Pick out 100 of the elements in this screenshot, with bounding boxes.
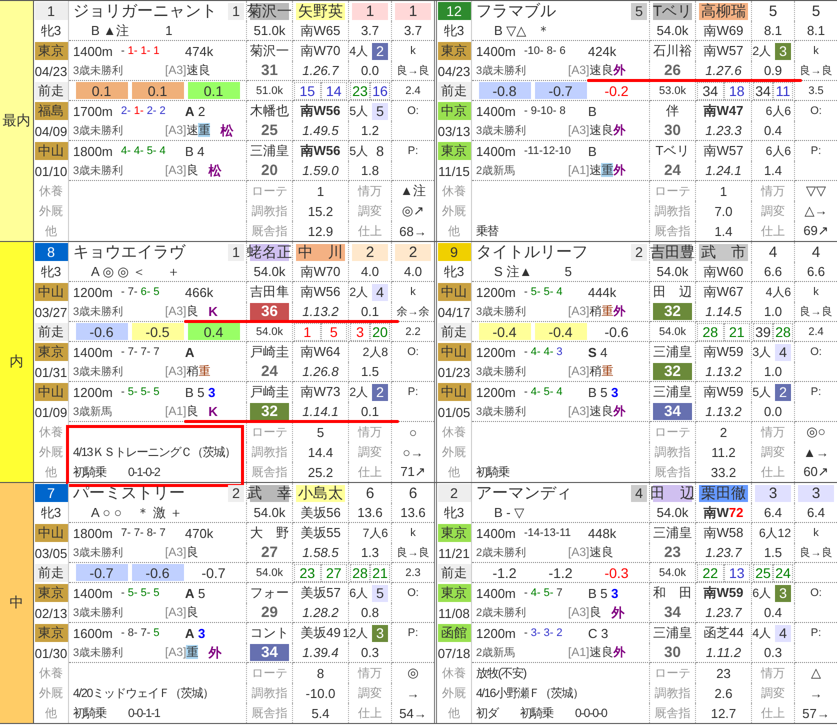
- odds-value: 6.4: [806, 505, 826, 520]
- race-note: O:: [810, 346, 822, 358]
- passing-order: - 9-10- 8: [524, 105, 567, 117]
- workout-label: 美坂57: [300, 584, 341, 602]
- track-condition: [A3]良: [568, 604, 602, 621]
- rank-value: 2: [352, 244, 388, 260]
- horse-name: ジョリガーニャント: [73, 2, 218, 22]
- stat-value: ○→: [402, 444, 424, 460]
- race-note: 良→良: [800, 304, 832, 319]
- race-class: 2歳新馬: [476, 164, 516, 178]
- race-result-info: B 5 3: [588, 586, 618, 600]
- race-note: k: [410, 45, 416, 57]
- frame-number: 1: [34, 2, 68, 20]
- stat-value: 15.2: [308, 204, 334, 218]
- rating-value: 26: [663, 62, 682, 79]
- race-class: 2歳未勝利: [476, 606, 528, 620]
- rating-value: 23: [663, 544, 682, 561]
- stat-value: 5.4: [311, 706, 330, 720]
- stat-value: ▲注: [400, 182, 426, 200]
- stat-value: 68→: [399, 224, 427, 238]
- position-value: 21: [370, 564, 390, 582]
- track-condition: [A1]速良外: [568, 644, 626, 661]
- race-result-info: C 3: [588, 626, 608, 640]
- jockey-name: Tベリ: [653, 2, 692, 20]
- carried-weight: 51.0k: [256, 84, 283, 96]
- race-distance: 1400m: [476, 104, 517, 118]
- rank-value: 6: [408, 484, 418, 502]
- venue-label: 東京: [34, 42, 68, 60]
- stat-label: 仕上: [358, 464, 382, 480]
- rating-value: 27: [260, 544, 279, 561]
- stat-label: ローテ: [252, 664, 288, 682]
- rating-value: 31: [260, 62, 279, 79]
- position-value: 16: [370, 82, 390, 100]
- time-margin: 0.0: [764, 404, 782, 419]
- race-date: 01/10: [34, 164, 68, 178]
- horse-name: タイトルリーフ: [476, 242, 589, 262]
- workout-label: 南W57: [704, 142, 744, 160]
- jockey-name: フォー: [250, 584, 289, 602]
- time-diff: -0.3: [603, 564, 630, 581]
- stat-label: 調教指: [654, 202, 690, 220]
- passing-order: - 7- 7- 7: [121, 346, 161, 358]
- trainer-name: 矢野英: [296, 2, 345, 20]
- race-result-info: B: [588, 144, 597, 158]
- trainer-name: 中 川: [296, 244, 345, 260]
- race-note: k: [813, 527, 819, 539]
- row-label: 休養: [39, 182, 63, 200]
- row-label: 前走: [34, 82, 68, 100]
- passing-order: 2- 1- 2- 2: [121, 105, 167, 117]
- race-note: O:: [407, 105, 419, 117]
- race-note: P:: [810, 386, 822, 398]
- rank-value: 3: [755, 484, 791, 502]
- race-note: 良→良: [800, 546, 832, 560]
- group-label: 中: [0, 483, 34, 723]
- race-note: 2.3: [405, 566, 421, 578]
- race-result-info: S 4: [588, 344, 608, 360]
- race-note: k: [410, 286, 416, 298]
- track-condition: [A3]良: [165, 544, 198, 561]
- time-diff: -1.2: [491, 564, 518, 581]
- workout-label: 南W70: [300, 42, 340, 60]
- group-label: 最内: [0, 1, 34, 241]
- passing-order: 4- 4- 5- 4: [121, 145, 167, 157]
- popularity: 5人: [752, 384, 771, 400]
- passing-order: - 4- 5- 4: [524, 386, 564, 398]
- race-class: 3歳未勝利: [476, 365, 528, 379]
- time-diff: -0.8: [478, 82, 530, 99]
- workout-label: 南W56: [300, 102, 340, 120]
- stat-label: 厩舎指: [654, 222, 690, 240]
- note-text: 放牧(不安): [476, 664, 526, 682]
- stat-value: 2: [720, 424, 728, 440]
- race-distance: 1700m: [73, 104, 114, 118]
- race-time: 1.26.8: [302, 364, 339, 379]
- race-class: 3歳未勝利: [73, 64, 124, 78]
- time-margin: 1.0: [764, 364, 782, 379]
- race-distance: 1400m: [73, 586, 114, 600]
- passing-order: -14-13-11: [524, 527, 572, 539]
- position-value: 28: [350, 564, 370, 582]
- race-class: 3歳未勝利: [476, 305, 528, 319]
- jockey-name: 三浦皇: [653, 343, 692, 361]
- workout-label: 南W47: [704, 102, 744, 120]
- race-time: 1.14.5: [705, 304, 742, 319]
- passing-order: - 5- 5- 5: [121, 587, 161, 599]
- race-date: 04/09: [34, 124, 68, 138]
- race-result-info: B 4: [185, 144, 205, 158]
- stat-value: 2.6: [714, 686, 733, 700]
- workout-label: 南W67: [704, 283, 744, 301]
- note-text: 4/16小野瀬Ｆ（茨城）: [476, 684, 584, 702]
- track-condition: [A3]稍重: [165, 363, 210, 380]
- finish-position: 3: [775, 42, 791, 60]
- workout-label: 南W70: [300, 262, 340, 280]
- popularity: 5人: [349, 142, 368, 160]
- odds-value: 6.6: [806, 264, 826, 279]
- race-class: 3歳未勝利: [73, 606, 124, 620]
- race-result-info: A 3: [185, 626, 206, 640]
- popularity: 3人: [752, 344, 771, 360]
- rank-value: 3: [798, 484, 834, 502]
- position-value: 28: [773, 322, 793, 340]
- workout-label: 南W72: [704, 504, 744, 522]
- time-diff: 0.1: [76, 82, 128, 99]
- rank-value: 2: [395, 244, 431, 260]
- passing-order: - 7- 6- 5: [121, 286, 161, 298]
